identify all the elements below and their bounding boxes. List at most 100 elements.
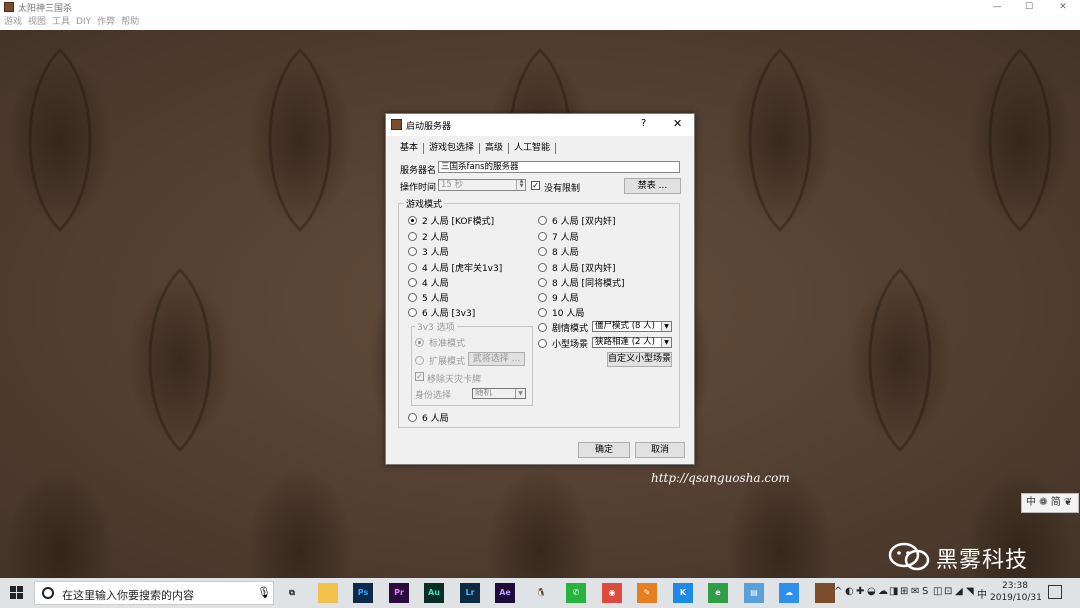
no-limit-checkbox[interactable]: ✓: [531, 181, 540, 190]
server-name-input[interactable]: 三国杀fans的服务器: [438, 161, 680, 173]
tray-icon[interactable]: S: [922, 586, 928, 597]
role-select-label: 身份选择: [415, 391, 452, 401]
after-effects-icon[interactable]: Ae: [495, 583, 515, 603]
tray-icon[interactable]: ☁: [878, 586, 888, 597]
tray-icon[interactable]: ◨: [889, 586, 898, 597]
microphone-icon[interactable]: 🎙: [257, 586, 271, 599]
tray-icon[interactable]: ✉: [911, 586, 919, 597]
tray-icon[interactable]: ◐: [845, 586, 854, 597]
mode-radio[interactable]: 2 人局 [KOF模式]: [408, 214, 494, 227]
dialog-close-button[interactable]: ✕: [673, 117, 682, 130]
mode-radio[interactable]: 8 人局: [538, 245, 579, 258]
notification-center-icon[interactable]: [1048, 585, 1062, 599]
tray-icon[interactable]: ⊞: [900, 586, 908, 597]
ban-list-button[interactable]: 禁表 ...: [624, 178, 681, 194]
tray-icon[interactable]: ◥: [966, 586, 974, 597]
mode-radio[interactable]: 8 人局 [双内奸]: [538, 261, 615, 274]
tray-icon[interactable]: ^: [834, 586, 842, 597]
custom-scene-button[interactable]: 自定义小型场景: [607, 352, 672, 367]
mode-radio[interactable]: 4 人局: [408, 276, 449, 289]
radio-dot: [538, 263, 547, 272]
general-select-button[interactable]: 武将选择 ...: [468, 352, 525, 366]
mode-radio[interactable]: 8 人局 [同将模式]: [538, 276, 624, 289]
sanguosha-icon[interactable]: [815, 583, 835, 603]
mode-radio[interactable]: 7 人局: [538, 230, 579, 243]
tray-icon[interactable]: ◫: [933, 586, 942, 597]
timeout-input[interactable]: 15 秒: [438, 179, 526, 191]
menu-view[interactable]: 视图: [28, 14, 46, 30]
tray-icon[interactable]: ◢: [955, 586, 963, 597]
browser-icon[interactable]: e: [708, 583, 728, 603]
radio-dot: [538, 308, 547, 317]
maximize-button[interactable]: ☐: [1012, 0, 1046, 14]
paint-icon[interactable]: ✎: [637, 583, 657, 603]
menu-cheat[interactable]: 作弊: [97, 14, 115, 30]
menu-game[interactable]: 游戏: [4, 14, 22, 30]
cortana-icon: [42, 587, 54, 599]
chevron-down-icon: ▼: [661, 338, 671, 347]
tray-icon[interactable]: ⊡: [944, 586, 952, 597]
scenario-select[interactable]: 僵尸模式 (8 人) ▼: [592, 321, 672, 332]
mode-radio[interactable]: 10 人局: [538, 306, 584, 319]
chevron-down-icon: ▼: [661, 322, 671, 331]
qq-icon[interactable]: 🐧: [531, 583, 551, 603]
cloud-icon[interactable]: ☁: [779, 583, 799, 603]
tab-basic[interactable]: 基本: [398, 143, 425, 154]
wechat-icon[interactable]: ✆: [566, 583, 586, 603]
file-explorer-icon[interactable]: [318, 583, 338, 603]
premiere-icon[interactable]: Pr: [389, 583, 409, 603]
mini-scene-select[interactable]: 狭路相逢 (2 人) ▼: [592, 337, 672, 348]
radio-dot: [408, 247, 417, 256]
photoshop-icon[interactable]: Ps: [353, 583, 373, 603]
tab-packages[interactable]: 游戏包选择: [424, 143, 481, 154]
mode-radio[interactable]: 6 人局 [3v3]: [408, 306, 475, 319]
mode-radio[interactable]: 5 人局: [408, 291, 449, 304]
scenario-radio[interactable]: 剧情模式: [538, 321, 588, 334]
menu-help[interactable]: 帮助: [121, 14, 139, 30]
close-button[interactable]: ✕: [1046, 0, 1080, 14]
v3-extended-radio[interactable]: 扩展模式: [415, 354, 465, 367]
app-icon: [4, 2, 14, 12]
notepad-icon[interactable]: ▤: [744, 583, 764, 603]
radio-dot: [408, 232, 417, 241]
no-limit-label: 没有限制: [544, 184, 581, 194]
tray-icon[interactable]: ◒: [867, 586, 876, 597]
task-view-icon[interactable]: ⧉: [282, 583, 302, 603]
mode-radio[interactable]: 9 人局: [538, 291, 579, 304]
clock-date: 2019/10/31: [990, 593, 1042, 603]
mini-scene-radio[interactable]: 小型场景: [538, 337, 588, 350]
remove-card-checkbox[interactable]: ✓: [415, 372, 424, 381]
radio-dot: [415, 338, 424, 347]
v3-standard-radio[interactable]: 标准模式: [415, 336, 465, 349]
cancel-button[interactable]: 取消: [635, 442, 685, 458]
ok-button[interactable]: 确定: [578, 442, 630, 458]
help-button[interactable]: ?: [641, 118, 646, 129]
dialog-title-bar: 启动服务器 ? ✕: [386, 114, 694, 136]
timeout-spinner[interactable]: ▲ ▼: [516, 179, 526, 191]
taskbar-clock[interactable]: 23:38 2019/10/31: [990, 580, 1042, 604]
audition-icon[interactable]: Au: [424, 583, 444, 603]
k-app-icon[interactable]: K: [673, 583, 693, 603]
mode-radio-six[interactable]: 6 人局: [408, 411, 449, 424]
start-button[interactable]: [0, 578, 34, 608]
mode-radio[interactable]: 4 人局 [虎牢关1v3]: [408, 261, 502, 274]
mode-radio[interactable]: 6 人局 [双内奸]: [538, 214, 615, 227]
tray-icon[interactable]: 中: [977, 586, 987, 601]
ime-toolbar[interactable]: 中 ❁ 简 ❦: [1021, 493, 1079, 513]
windows-logo-icon: [10, 586, 23, 599]
brand-name: 黑雾科技: [936, 548, 1029, 573]
taskbar: 在这里输入你要搜索的内容 🎙 ⧉ Ps Pr Au Lr Ae 🐧 ✆ ◉ ✎ Ke ▤ ☁ ^ ◐ ✚ ◒ ☁…: [0, 578, 1080, 608]
minimize-button[interactable]: —: [980, 0, 1014, 14]
mode-radio[interactable]: 3 人局: [408, 245, 449, 258]
mode-radio[interactable]: 2 人局: [408, 230, 449, 243]
tray-icon[interactable]: ✚: [856, 586, 864, 597]
lightroom-icon[interactable]: Lr: [460, 583, 480, 603]
dialog-tabs: 基本 游戏包选择 高级 人工智能: [398, 143, 557, 156]
role-select[interactable]: 随机 ▼: [472, 388, 526, 399]
tab-advanced[interactable]: 高级: [480, 143, 510, 154]
tab-ai[interactable]: 人工智能: [509, 143, 557, 154]
taskbar-search-box[interactable]: 在这里输入你要搜索的内容 🎙: [34, 581, 274, 605]
chrome-icon[interactable]: ◉: [602, 583, 622, 603]
menu-diy[interactable]: DIY: [76, 14, 91, 30]
menu-tools[interactable]: 工具: [52, 14, 70, 30]
